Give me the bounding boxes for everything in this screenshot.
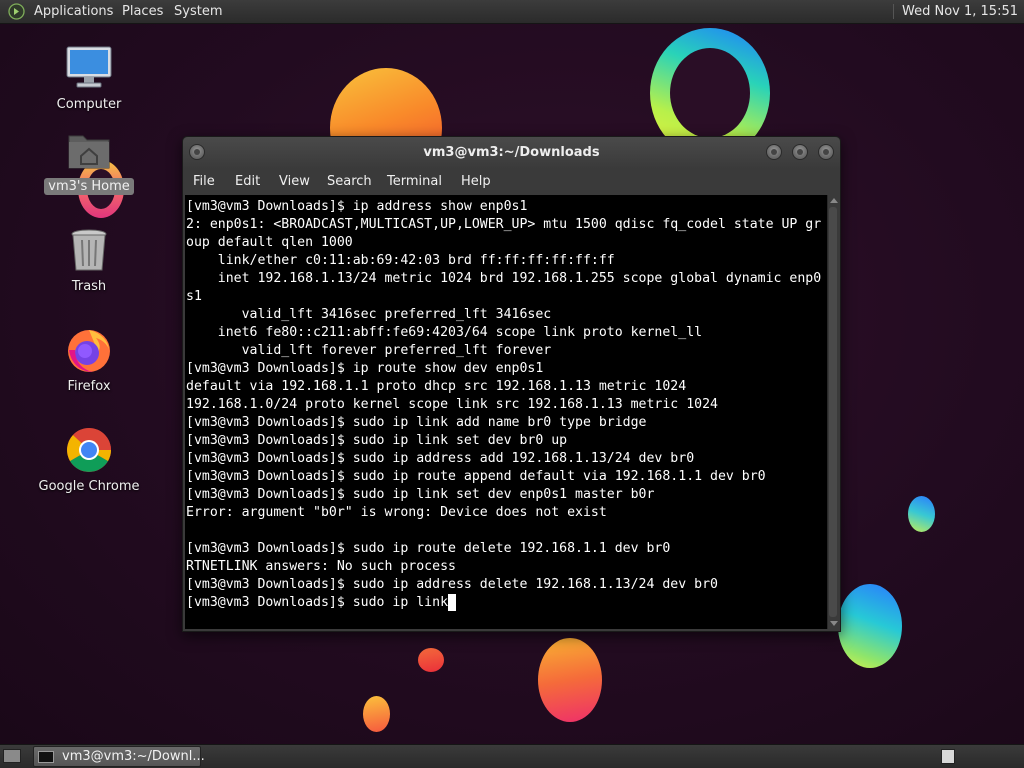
terminal-line: inet6 fe80::c211:abff:fe69:4203/64 scope…: [186, 325, 703, 340]
terminal-line: [vm3@vm3 Downloads]$ sudo ip link set de…: [186, 487, 655, 502]
desktop-icon-label: Google Chrome: [38, 479, 140, 494]
terminal-line: [vm3@vm3 Downloads]$ sudo ip address add…: [186, 451, 695, 466]
decorative-small-orange-oval: [363, 696, 390, 732]
menu-search[interactable]: Search: [327, 174, 372, 189]
top-panel: Applications Places System Wed Nov 1, 15…: [0, 0, 1024, 24]
terminal-line: oup default qlen 1000: [186, 235, 353, 250]
clock[interactable]: Wed Nov 1, 15:51: [893, 4, 1018, 19]
terminal-line: default via 192.168.1.1 proto dhcp src 1…: [186, 379, 687, 394]
scroll-down-arrow-icon[interactable]: [830, 621, 838, 626]
window-title: vm3@vm3:~/Downloads: [423, 145, 600, 160]
terminal-menubar: File Edit View Search Terminal Help: [183, 169, 840, 195]
terminal-output[interactable]: [vm3@vm3 Downloads]$ ip address show enp…: [185, 195, 828, 629]
desktop-icon-home[interactable]: vm3's Home: [34, 126, 144, 195]
computer-icon: [65, 44, 113, 92]
minimize-button[interactable]: [766, 144, 782, 160]
maximize-button[interactable]: [792, 144, 808, 160]
terminal-icon: [38, 751, 54, 763]
desktop-icon-computer[interactable]: Computer: [34, 44, 144, 113]
menu-applications[interactable]: Applications: [34, 4, 113, 19]
terminal-line: [vm3@vm3 Downloads]$ sudo ip route appen…: [186, 469, 766, 484]
terminal-line: [vm3@vm3 Downloads]$ sudo ip link add na…: [186, 415, 647, 430]
menu-help[interactable]: Help: [461, 174, 491, 189]
menu-places[interactable]: Places: [122, 4, 163, 19]
terminal-line: inet 192.168.1.13/24 metric 1024 brd 192…: [186, 271, 822, 286]
terminal-window[interactable]: vm3@vm3:~/Downloads File Edit View Searc…: [182, 136, 841, 632]
firefox-icon: [65, 326, 113, 374]
menu-view[interactable]: View: [279, 174, 310, 189]
desktop-icon-trash[interactable]: Trash: [34, 226, 144, 295]
terminal-line: Error: argument "b0r" is wrong: Device d…: [186, 505, 607, 520]
terminal-line: valid_lft 3416sec preferred_lft 3416sec: [186, 307, 552, 322]
menu-file[interactable]: File: [193, 174, 215, 189]
desktop-icon-label: Trash: [71, 279, 107, 294]
decorative-blue-oval: [838, 584, 902, 668]
terminal-line: [vm3@vm3 Downloads]$ ip address show enp…: [186, 199, 528, 214]
menu-edit[interactable]: Edit: [235, 174, 260, 189]
scrollbar-thumb[interactable]: [829, 207, 837, 617]
terminal-text: [vm3@vm3 Downloads]$ ip address show enp…: [185, 195, 828, 612]
decorative-small-blue-oval: [908, 496, 935, 532]
chrome-icon: [65, 426, 113, 474]
trash-icon: [65, 226, 113, 274]
terminal-line: [vm3@vm3 Downloads]$ sudo ip address del…: [186, 577, 718, 592]
terminal-line: 192.168.1.0/24 proto kernel scope link s…: [186, 397, 718, 412]
show-desktop-button[interactable]: [3, 749, 21, 763]
terminal-line: s1: [186, 289, 202, 304]
terminal-cursor: [448, 594, 457, 611]
window-titlebar[interactable]: vm3@vm3:~/Downloads: [183, 137, 840, 169]
bottom-panel: vm3@vm3:~/Downl...: [0, 744, 1024, 768]
desktop-icon-chrome[interactable]: Google Chrome: [34, 426, 144, 495]
menu-terminal[interactable]: Terminal: [387, 174, 442, 189]
decorative-orange-oval: [538, 638, 602, 722]
terminal-line: link/ether c0:11:ab:69:42:03 brd ff:ff:f…: [186, 253, 615, 268]
terminal-line: [vm3@vm3 Downloads]$ ip route show dev e…: [186, 361, 544, 376]
menu-system[interactable]: System: [174, 4, 222, 19]
scroll-up-arrow-icon[interactable]: [830, 198, 838, 203]
desktop-icon-label: Computer: [56, 97, 122, 112]
decorative-red-oval: [418, 648, 444, 672]
terminal-line: RTNETLINK answers: No such process: [186, 559, 456, 574]
home-folder-icon: [65, 126, 113, 174]
desktop-icon-firefox[interactable]: Firefox: [34, 326, 144, 395]
terminal-scrollbar[interactable]: [827, 195, 839, 629]
terminal-line: [vm3@vm3 Downloads]$ sudo ip route delet…: [186, 541, 671, 556]
close-button[interactable]: [818, 144, 834, 160]
terminal-line: valid_lft forever preferred_lft forever: [186, 343, 552, 358]
taskbar-terminal-button[interactable]: vm3@vm3:~/Downl...: [33, 746, 205, 767]
desktop-icon-label: Firefox: [67, 379, 111, 394]
taskbar-label: vm3@vm3:~/Downl...: [62, 749, 205, 764]
workspace-switcher[interactable]: [941, 749, 955, 764]
distro-logo-icon[interactable]: [8, 3, 25, 20]
desktop-icon-label: vm3's Home: [44, 178, 134, 195]
terminal-line: [vm3@vm3 Downloads]$ sudo ip link: [186, 595, 449, 610]
terminal-line: [vm3@vm3 Downloads]$ sudo ip link set de…: [186, 433, 568, 448]
terminal-line: 2: enp0s1: <BROADCAST,MULTICAST,UP,LOWER…: [186, 217, 822, 232]
